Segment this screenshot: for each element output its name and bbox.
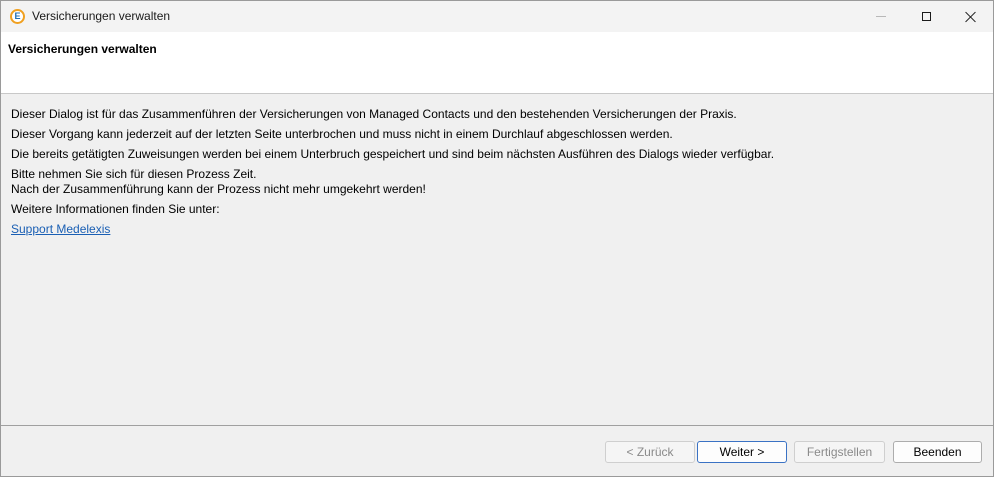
dialog-window: E Versicherungen verwalten Versicherunge… <box>0 0 994 477</box>
maximize-icon <box>921 12 931 21</box>
wizard-header: Versicherungen verwalten <box>1 32 993 94</box>
page-title: Versicherungen verwalten <box>8 42 157 56</box>
info-text-line: Weitere Informationen finden Sie unter: <box>11 202 220 216</box>
info-text-line: Dieser Dialog ist für das Zusammenführen… <box>11 107 737 121</box>
finish-button[interactable]: Fertigstellen <box>794 441 885 463</box>
maximize-button[interactable] <box>903 1 949 32</box>
info-text-line: Bitte nehmen Sie sich für diesen Prozess… <box>11 167 257 181</box>
minimize-icon <box>876 16 886 17</box>
info-text-line: Die bereits getätigten Zuweisungen werde… <box>11 147 775 161</box>
close-icon <box>965 11 977 23</box>
window-title: Versicherungen verwalten <box>32 9 171 23</box>
info-text-line: Dieser Vorgang kann jederzeit auf der le… <box>11 127 673 141</box>
support-link[interactable]: Support Medelexis <box>11 222 110 236</box>
back-button[interactable]: < Zurück <box>605 441 695 463</box>
close-button[interactable] <box>948 1 993 32</box>
minimize-button[interactable] <box>858 1 904 32</box>
next-button[interactable]: Weiter > <box>697 441 787 463</box>
title-bar: E Versicherungen verwalten <box>1 1 993 32</box>
warning-text-line: Nach der Zusammenführung kann der Prozes… <box>11 182 426 196</box>
app-logo-icon: E <box>10 9 25 24</box>
footer-divider <box>1 425 993 426</box>
cancel-button[interactable]: Beenden <box>893 441 982 463</box>
